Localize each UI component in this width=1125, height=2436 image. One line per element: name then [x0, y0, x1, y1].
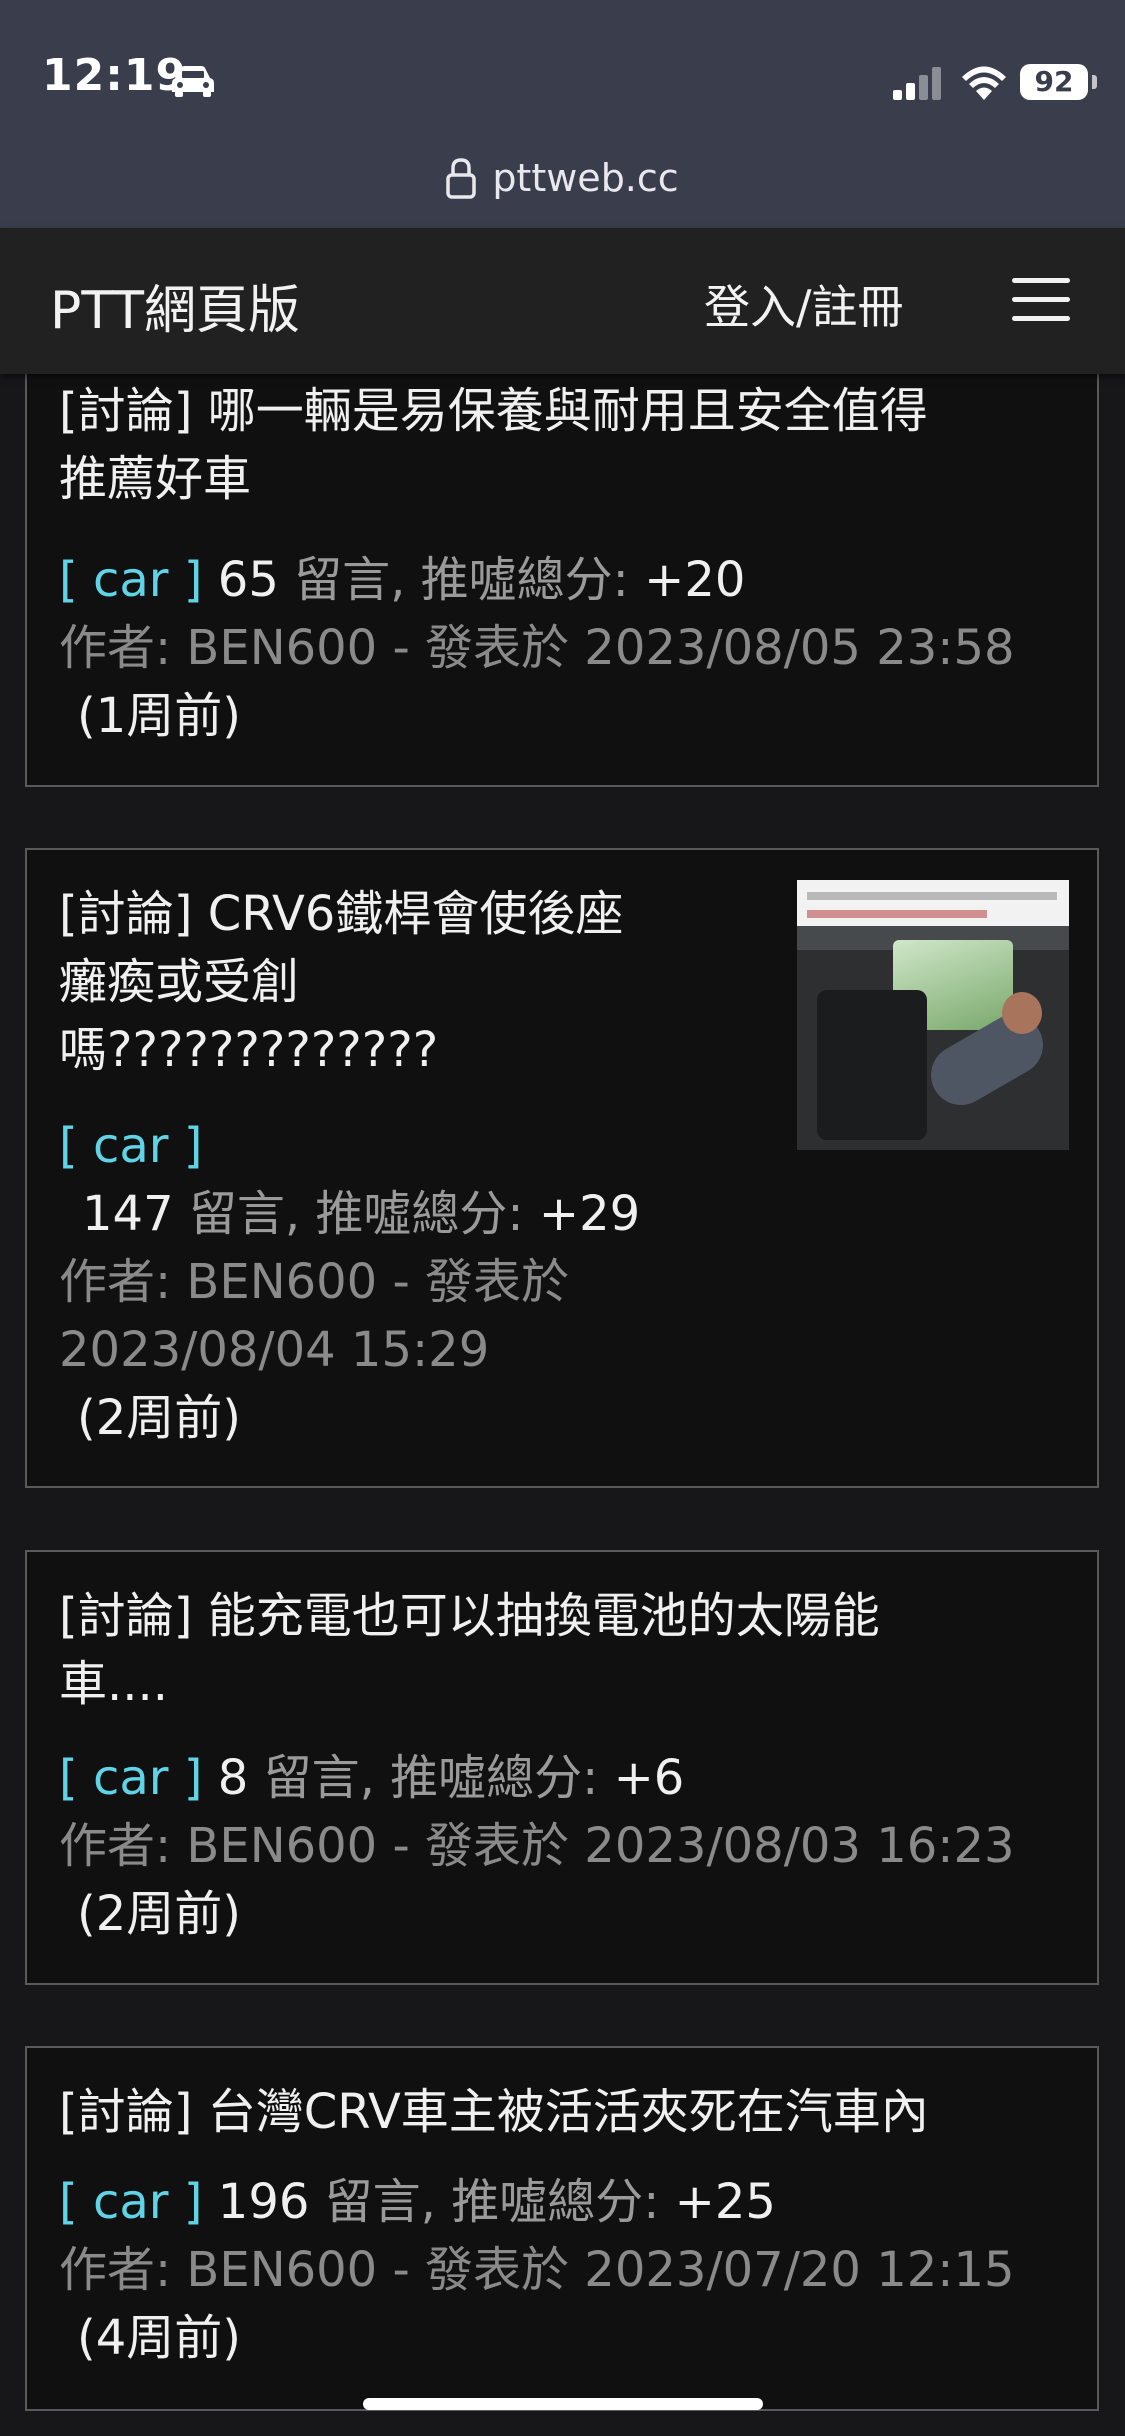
author-line: 作者: BEN600 - 發表於 2023/08/03 16:23: [59, 1818, 1015, 1874]
time-ago: (1周前): [77, 688, 241, 744]
article-title-line: [討論] 台灣CRV車主被活活夾死在汽車內: [59, 2084, 929, 2140]
thumb-seat: [817, 990, 927, 1140]
push-score: +20: [644, 552, 746, 608]
comment-count: 65: [217, 552, 279, 608]
post-date: 2023/08/04 15:29: [59, 1322, 490, 1378]
article-stats: [ car ] 65 留言, 推噓總分: +20: [59, 546, 745, 614]
board-tag[interactable]: [ car ]: [59, 552, 203, 608]
article-card[interactable]: [討論] 能充電也可以抽換電池的太陽能 車.... [ car ] 8 留言, …: [25, 1550, 1099, 1985]
push-score: +29: [538, 1186, 641, 1242]
article-card[interactable]: [討論] CRV6鐵桿會使後座 癱瘓或受創 嗎????????????? [ c…: [25, 848, 1099, 1488]
status-bar: 12:19 92 pttweb.cc: [0, 0, 1125, 228]
comment-label: 留言, 推噓總分:: [188, 1186, 524, 1242]
time-ago: (2周前): [77, 1886, 241, 1942]
status-time: 12:19: [42, 50, 188, 101]
browser-url-bar[interactable]: pttweb.cc: [0, 156, 1125, 203]
site-header: PTT網頁版 登入/註冊: [0, 228, 1125, 374]
author-line: 作者: BEN600 - 發表於: [59, 1254, 570, 1310]
push-score: +25: [674, 2174, 776, 2230]
login-register-link[interactable]: 登入/註冊: [704, 271, 904, 337]
article-title-line: [討論] 哪一輛是易保養與耐用且安全值得: [59, 383, 928, 439]
article-stats: [ car ] 196 留言, 推噓總分: +25: [59, 2168, 776, 2236]
article-stats: [ car ] 8 留言, 推噓總分: +6: [59, 1744, 684, 1812]
hamburger-menu-icon[interactable]: [1012, 278, 1070, 322]
article-card[interactable]: [討論] 台灣CRV車主被活活夾死在汽車內 [ car ] 196 留言, 推噓…: [25, 2046, 1099, 2411]
author-line: 作者: BEN600 - 發表於 2023/08/05 23:58: [59, 620, 1015, 676]
comment-label: 留言, 推噓總分:: [263, 1750, 599, 1806]
wifi-icon: [962, 66, 1006, 100]
thumb-head: [1002, 992, 1042, 1034]
cellular-signal-icon: [893, 67, 941, 100]
article-card[interactable]: [討論] 哪一輛是易保養與耐用且安全值得 推薦好車 [ car ] 65 留言,…: [25, 340, 1099, 787]
car-icon: [172, 66, 214, 97]
comment-count: 147: [82, 1186, 174, 1242]
comment-count: 8: [217, 1750, 249, 1806]
article-title-line: 癱瘓或受創: [59, 954, 300, 1010]
author-line: 作者: BEN600 - 發表於 2023/07/20 12:15: [59, 2242, 1015, 2298]
article-title-line: 車....: [59, 1656, 169, 1712]
comment-label: 留言, 推噓總分:: [294, 552, 629, 608]
home-indicator[interactable]: [363, 2398, 763, 2410]
time-ago: (4周前): [77, 2310, 241, 2366]
article-title-line: [討論] CRV6鐵桿會使後座: [59, 886, 624, 942]
comment-label: 留言, 推噓總分:: [324, 2174, 660, 2230]
battery-indicator: 92: [1020, 64, 1088, 100]
article-title[interactable]: [討論] 台灣CRV車主被活活夾死在汽車內: [59, 2078, 929, 2146]
lock-icon: [446, 158, 477, 199]
battery-tip: [1092, 75, 1097, 89]
article-title-line: 推薦好車: [59, 451, 252, 507]
comment-count: 196: [217, 2174, 310, 2230]
time-ago: (2周前): [77, 1390, 241, 1446]
board-tag[interactable]: [ car ]: [59, 1750, 203, 1806]
article-title-line: [討論] 能充電也可以抽換電池的太陽能: [59, 1588, 880, 1644]
board-tag[interactable]: [ car ]: [59, 2174, 203, 2230]
article-title[interactable]: [討論] CRV6鐵桿會使後座 癱瘓或受創 嗎?????????????: [59, 880, 623, 1084]
article-thumbnail[interactable]: [797, 880, 1069, 1150]
push-score: +6: [613, 1750, 685, 1806]
board-tag-line: [ car ]: [59, 1112, 203, 1180]
article-stats: 147 留言, 推噓總分: +29: [82, 1180, 640, 1248]
article-title[interactable]: [討論] 哪一輛是易保養與耐用且安全值得 推薦好車: [59, 377, 928, 513]
article-title-line: 嗎?????????????: [59, 1022, 439, 1078]
board-tag[interactable]: [ car ]: [59, 1118, 203, 1174]
thumb-header-text: [807, 910, 987, 918]
site-title[interactable]: PTT網頁版: [50, 268, 300, 343]
article-title[interactable]: [討論] 能充電也可以抽換電池的太陽能 車....: [59, 1582, 880, 1718]
url-text: pttweb.cc: [492, 156, 679, 200]
thumb-header-bar: [807, 892, 1057, 900]
